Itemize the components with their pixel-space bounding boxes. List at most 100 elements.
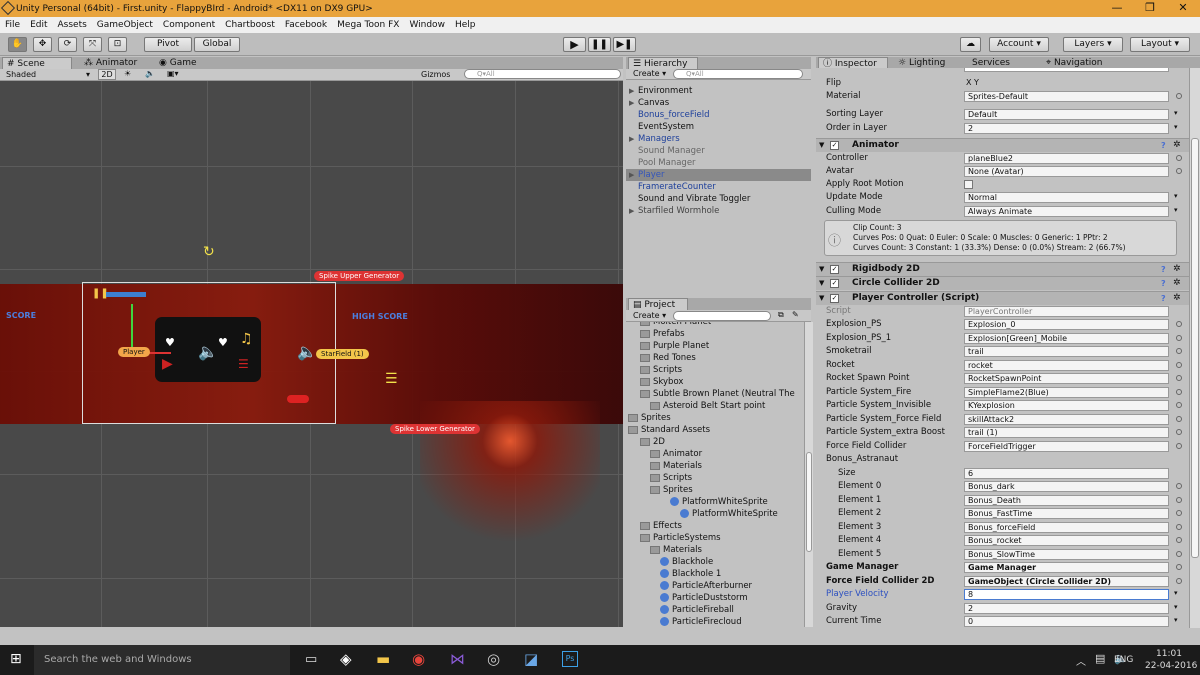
hand-tool-icon[interactable]: ✋ bbox=[8, 37, 27, 52]
hierarchy-item[interactable]: ▶ Player bbox=[626, 169, 811, 181]
inspector-field-value[interactable]: rocket bbox=[964, 359, 1169, 371]
project-item[interactable]: Asteroid Belt Start point bbox=[650, 400, 765, 412]
tray-up-icon[interactable]: ︿ bbox=[1076, 653, 1086, 668]
expand-arrow-icon[interactable]: ▶ bbox=[629, 205, 638, 217]
project-item[interactable]: Materials bbox=[650, 544, 702, 556]
object-picker-icon[interactable] bbox=[1176, 483, 1182, 489]
inspector-field-value[interactable]: Bonus_FastTime bbox=[964, 508, 1169, 519]
object-picker-icon[interactable] bbox=[1176, 429, 1182, 435]
tab-hierarchy[interactable]: ☰ Hierarchy bbox=[628, 57, 698, 69]
scale-tool-icon[interactable]: ⤧ bbox=[83, 37, 102, 52]
project-item[interactable]: Blackhole bbox=[660, 556, 713, 568]
hierarchy-item[interactable]: FramerateCounter bbox=[626, 181, 811, 193]
inspector-field-value[interactable]: Explosion[Green]_Mobile bbox=[964, 332, 1169, 344]
object-picker-icon[interactable] bbox=[1176, 388, 1182, 395]
spike-lower-label[interactable]: Spike Lower Generator bbox=[390, 424, 480, 434]
expand-arrow-icon[interactable]: ▶ bbox=[629, 169, 638, 181]
menu-item[interactable]: Facebook bbox=[285, 20, 327, 30]
player-label[interactable]: Player bbox=[118, 347, 150, 357]
menu-item[interactable]: Window bbox=[409, 20, 445, 30]
photoshop-icon[interactable]: Ps bbox=[562, 651, 578, 667]
notes-icon[interactable]: ◪ bbox=[524, 650, 538, 668]
project-scrollbar[interactable] bbox=[804, 322, 813, 627]
project-item[interactable]: Materials bbox=[650, 460, 702, 472]
maximize-button[interactable]: ❐ bbox=[1133, 0, 1167, 17]
object-picker-icon[interactable] bbox=[1176, 564, 1182, 570]
project-item[interactable]: ParticleSystems bbox=[640, 532, 721, 544]
visual-studio-icon[interactable]: ⋈ bbox=[450, 650, 465, 668]
player-controller-header[interactable]: ▼ ✓ Player Controller (Script)? ✲ bbox=[816, 291, 1189, 305]
inspector-field-value[interactable]: Bonus_rocket bbox=[964, 535, 1169, 546]
inspector-field-value[interactable]: trail (1) bbox=[964, 427, 1169, 438]
inspector-field-value[interactable]: Bonus_SlowTime bbox=[964, 548, 1169, 560]
menu-item[interactable]: Component bbox=[163, 20, 215, 30]
object-picker-icon[interactable] bbox=[1176, 168, 1182, 174]
hierarchy-item[interactable]: ▶ Starfiled Wormhole bbox=[626, 205, 811, 217]
object-picker-icon[interactable] bbox=[1176, 442, 1182, 449]
project-item[interactable]: ParticleFireball bbox=[660, 604, 734, 616]
project-create-button[interactable]: Create ▾ bbox=[633, 311, 666, 320]
project-item[interactable]: ParticleDuststorm bbox=[660, 592, 748, 604]
inspector-field-value[interactable]: KYexplosion bbox=[964, 400, 1169, 411]
gizmos-dropdown[interactable]: Gizmos bbox=[421, 70, 450, 79]
inspector-field-value[interactable]: Bonus_forceField bbox=[964, 521, 1169, 533]
star-icon[interactable]: ✎ bbox=[792, 310, 799, 319]
inspector-scrollbar[interactable] bbox=[1189, 68, 1200, 628]
inspector-field-value[interactable]: None (Avatar) bbox=[964, 166, 1169, 177]
hierarchy-item[interactable]: Bonus_forceField bbox=[626, 109, 811, 121]
play-icon[interactable]: ▶ bbox=[563, 37, 586, 52]
audio-icon[interactable]: 🔈 bbox=[145, 69, 155, 78]
apply-root-motion-checkbox[interactable] bbox=[964, 180, 973, 189]
layers-dropdown[interactable]: Layers ▾ bbox=[1063, 37, 1123, 52]
hierarchy-item[interactable]: EventSystem bbox=[626, 121, 811, 133]
fold-arrow-icon[interactable]: ▼ bbox=[819, 263, 824, 276]
unity-taskbar-icon[interactable]: ◈ bbox=[340, 650, 352, 668]
fold-arrow-icon[interactable]: ▼ bbox=[819, 277, 824, 290]
inspector-field-value[interactable]: planeBlue2 bbox=[964, 153, 1169, 164]
move-tool-icon[interactable]: ✥ bbox=[33, 37, 52, 52]
hierarchy-item[interactable]: ▶ Canvas bbox=[626, 97, 811, 109]
hierarchy-item[interactable]: Sound Manager bbox=[626, 145, 811, 157]
pause-icon[interactable]: ❚❚ bbox=[588, 37, 611, 52]
rotate-tool-icon[interactable]: ⟳ bbox=[58, 37, 77, 52]
menu-item[interactable]: Mega Toon FX bbox=[337, 20, 399, 30]
component-enable-checkbox[interactable]: ✓ bbox=[830, 294, 839, 303]
inspector-scroll-thumb[interactable] bbox=[1191, 138, 1199, 558]
project-item[interactable]: 2D bbox=[640, 436, 665, 448]
gear-icon[interactable]: ✲ bbox=[1173, 292, 1181, 305]
2d-toggle[interactable]: 2D bbox=[98, 69, 116, 80]
spike-upper-label[interactable]: Spike Upper Generator bbox=[314, 271, 405, 281]
menu-item[interactable]: File bbox=[5, 20, 20, 30]
inspector-field-value[interactable]: trail bbox=[964, 346, 1169, 357]
menu-item[interactable]: Assets bbox=[58, 20, 87, 30]
inspector-field-value[interactable]: Normal bbox=[964, 192, 1169, 203]
windows-start-icon[interactable]: ⊞ bbox=[10, 651, 22, 667]
fold-arrow-icon[interactable]: ▼ bbox=[819, 139, 824, 152]
animator-header[interactable]: ▼ ✓ Animator? ✲ bbox=[816, 138, 1189, 152]
project-item[interactable]: Scripts bbox=[650, 472, 692, 484]
inspector-field-value[interactable]: Game Manager bbox=[964, 562, 1169, 573]
component-enable-checkbox[interactable]: ✓ bbox=[830, 279, 839, 288]
hierarchy-item[interactable]: Sound and Vibrate Toggler bbox=[626, 193, 811, 205]
hierarchy-item[interactable]: ▶ Managers bbox=[626, 133, 811, 145]
help-icon[interactable]: ? bbox=[1161, 277, 1166, 290]
object-picker-icon[interactable] bbox=[1176, 334, 1182, 341]
project-search-input[interactable] bbox=[673, 311, 771, 321]
project-item[interactable]: ParticleAfterburner bbox=[660, 580, 752, 592]
expand-arrow-icon[interactable]: ▶ bbox=[629, 97, 638, 109]
inspector-field-value[interactable]: Bonus_Death bbox=[964, 494, 1169, 506]
notification-icon[interactable]: ▤ bbox=[1095, 652, 1105, 665]
task-view-icon[interactable]: ▭ bbox=[305, 652, 317, 667]
object-picker-icon[interactable] bbox=[1176, 93, 1182, 99]
gear-icon[interactable]: ✲ bbox=[1173, 263, 1181, 276]
pivot-button[interactable]: Pivot bbox=[144, 37, 192, 52]
language-indicator[interactable]: ENG bbox=[1114, 655, 1133, 665]
object-picker-icon[interactable] bbox=[1176, 415, 1182, 422]
hierarchy-create-button[interactable]: Create ▾ bbox=[633, 69, 666, 78]
inspector-field-value[interactable]: ForceFieldTrigger bbox=[964, 440, 1169, 452]
inspector-field-value[interactable]: 2 bbox=[964, 602, 1169, 614]
gear-icon[interactable]: ✲ bbox=[1173, 277, 1181, 290]
object-picker-icon[interactable] bbox=[1176, 577, 1182, 584]
tab-project[interactable]: ▤ Project bbox=[628, 298, 688, 310]
shaded-dropdown[interactable]: Shaded bbox=[6, 70, 36, 79]
